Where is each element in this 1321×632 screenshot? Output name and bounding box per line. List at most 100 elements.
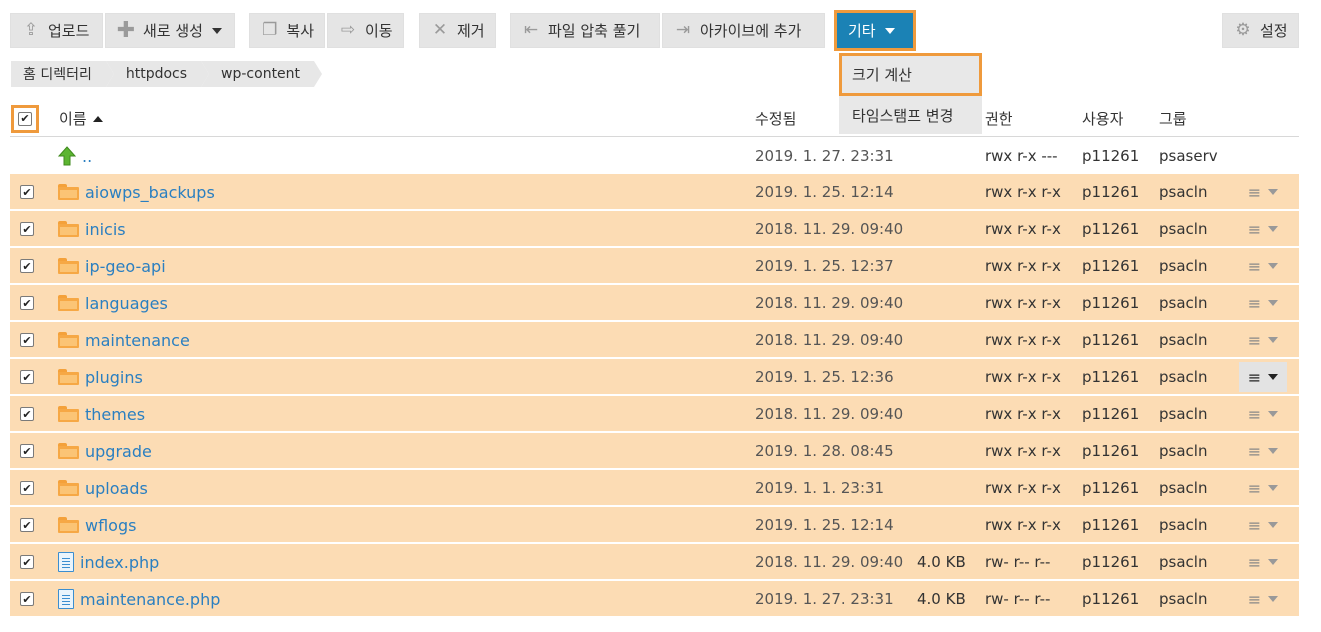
column-permissions-header[interactable]: 권한 (985, 100, 1013, 137)
more-button[interactable]: 기타 (834, 10, 916, 51)
row-actions-button[interactable]: ≡ (1239, 510, 1287, 540)
extract-button[interactable]: ⇤ 파일 압축 풀기 (510, 13, 660, 48)
row-actions-button[interactable]: ≡ (1239, 214, 1287, 244)
remove-button[interactable]: ✕ 제거 (419, 13, 496, 48)
parent-dir-cell: .. (58, 138, 92, 174)
chevron-down-icon (1268, 226, 1279, 232)
item-name-link[interactable]: ip-geo-api (85, 257, 166, 276)
row-actions-button[interactable]: ≡ (1239, 399, 1287, 429)
group-cell: psacln (1159, 183, 1208, 201)
row-checkbox[interactable]: ✔ (20, 370, 34, 384)
chevron-down-icon (1268, 300, 1279, 306)
row-checkbox-wrap: ✔ (14, 507, 40, 543)
column-modified-header[interactable]: 수정됨 (755, 100, 796, 137)
breadcrumb-httpdocs[interactable]: httpdocs (105, 61, 210, 87)
chevron-down-icon (1268, 448, 1279, 454)
row-checkbox[interactable]: ✔ (20, 222, 34, 236)
item-name-link[interactable]: inicis (85, 220, 126, 239)
copy-icon: ❐ (262, 20, 278, 40)
row-checkbox[interactable]: ✔ (20, 555, 34, 569)
table-row[interactable]: ✔ plugins 2019. 1. 25. 12:36 rwx r-x r-x p11… (10, 359, 1299, 395)
column-user-header[interactable]: 사용자 (1082, 100, 1123, 137)
row-actions-button[interactable]: ≡ (1239, 325, 1287, 355)
table-row[interactable]: ✔ ip-geo-api 2019. 1. 25. 12:37 rwx r-x r-x… (10, 248, 1299, 284)
move-button[interactable]: ⇨ 이동 (327, 13, 404, 48)
chevron-down-icon (1268, 522, 1279, 528)
row-checkbox-wrap: ✔ (14, 174, 40, 210)
modified-cell: 2019. 1. 25. 12:14 (755, 183, 894, 201)
row-actions-button[interactable]: ≡ (1239, 584, 1287, 614)
row-checkbox[interactable]: ✔ (20, 333, 34, 347)
item-name-link[interactable]: upgrade (85, 442, 152, 461)
table-row[interactable]: ✔ index.php 2018. 11. 29. 09:40 4.0 KB rw- r… (10, 544, 1299, 580)
row-checkbox-wrap: ✔ (14, 433, 40, 469)
row-actions-button[interactable]: ≡ (1239, 473, 1287, 503)
item-name-link[interactable]: plugins (85, 368, 143, 387)
row-checkbox[interactable]: ✔ (20, 259, 34, 273)
group-cell: psacln (1159, 368, 1208, 386)
table-row[interactable]: ✔ themes 2018. 11. 29. 09:40 rwx r-x r-x p11… (10, 396, 1299, 432)
table-row[interactable]: ✔ wflogs 2019. 1. 25. 12:14 rwx r-x r-x p112… (10, 507, 1299, 543)
item-name-link[interactable]: wflogs (85, 516, 136, 535)
modified-cell: 2019. 1. 25. 12:36 (755, 368, 894, 386)
menu-item-change-timestamp[interactable]: 타임스탬프 변경 (839, 96, 982, 134)
menu-icon: ≡ (1247, 515, 1262, 535)
parent-dir-link[interactable]: .. (82, 147, 92, 166)
column-group-header[interactable]: 그룹 (1159, 100, 1187, 137)
table-row[interactable]: ✔ maintenance.php 2019. 1. 27. 23:31 4.0 KB… (10, 581, 1299, 617)
user-cell: p11261 (1082, 590, 1140, 608)
chevron-down-icon (1268, 189, 1279, 195)
breadcrumb-wp-content[interactable]: wp-content (201, 61, 323, 87)
add-to-archive-button[interactable]: ⇥ 아카이브에 추가 (662, 13, 825, 48)
name-cell: uploads (58, 470, 148, 506)
row-actions-button[interactable]: ≡ (1239, 251, 1287, 281)
item-name-link[interactable]: maintenance.php (80, 590, 220, 609)
copy-button[interactable]: ❐ 복사 (249, 13, 325, 48)
item-name-link[interactable]: maintenance (85, 331, 190, 350)
modified-cell: 2019. 1. 28. 08:45 (755, 442, 894, 460)
table-row[interactable]: ✔ upgrade 2019. 1. 28. 08:45 rwx r-x r-x p11… (10, 433, 1299, 469)
sliders-icon: ⚙ (1235, 20, 1251, 40)
row-checkbox[interactable]: ✔ (20, 185, 34, 199)
settings-button[interactable]: ⚙ 설정 (1222, 13, 1299, 48)
menu-icon: ≡ (1247, 589, 1262, 609)
actions-cell: ≡ (1238, 322, 1288, 358)
new-button[interactable]: ✚ 새로 생성 (105, 13, 235, 48)
name-cell: themes (58, 396, 145, 432)
row-actions-button[interactable]: ≡ (1239, 177, 1287, 207)
menu-item-calculate-size[interactable]: 크기 계산 (839, 53, 982, 96)
table-row[interactable]: ✔ inicis 2018. 11. 29. 09:40 rwx r-x r-x p11… (10, 211, 1299, 247)
breadcrumb: 홈 디렉터리 httpdocs wp-content (11, 61, 323, 87)
table-row[interactable]: ✔ uploads 2019. 1. 1. 23:31 rwx r-x r-x p112… (10, 470, 1299, 506)
row-actions-button[interactable]: ≡ (1239, 436, 1287, 466)
item-name-link[interactable]: index.php (80, 553, 159, 572)
row-actions-button[interactable]: ≡ (1239, 362, 1287, 392)
menu-icon: ≡ (1247, 330, 1262, 350)
column-name-header[interactable]: 이름 (59, 100, 103, 137)
row-actions-button[interactable]: ≡ (1239, 288, 1287, 318)
row-actions-button[interactable]: ≡ (1239, 547, 1287, 577)
user-cell: p11261 (1082, 405, 1140, 423)
modified-cell: 2019. 1. 25. 12:14 (755, 516, 894, 534)
table-row[interactable]: ✔ languages 2018. 11. 29. 09:40 rwx r-x r-x… (10, 285, 1299, 321)
item-name-link[interactable]: uploads (85, 479, 148, 498)
breadcrumb-home[interactable]: 홈 디렉터리 (11, 61, 114, 87)
row-checkbox[interactable]: ✔ (20, 518, 34, 532)
row-checkbox[interactable]: ✔ (20, 444, 34, 458)
item-name-link[interactable]: languages (85, 294, 168, 313)
menu-icon: ≡ (1247, 478, 1262, 498)
item-name-link[interactable]: themes (85, 405, 145, 424)
php-file-icon (58, 589, 74, 609)
upload-button[interactable]: ⇪ 업로드 (10, 13, 103, 48)
row-checkbox[interactable]: ✔ (20, 592, 34, 606)
row-checkbox[interactable]: ✔ (20, 481, 34, 495)
row-checkbox[interactable]: ✔ (20, 407, 34, 421)
actions-cell: ≡ (1238, 433, 1288, 469)
table-row[interactable]: ✔ aiowps_backups 2019. 1. 25. 12:14 rwx r-x… (10, 174, 1299, 210)
folder-icon (58, 406, 79, 422)
table-row[interactable]: ✔ maintenance 2018. 11. 29. 09:40 rwx r-x r… (10, 322, 1299, 358)
item-name-link[interactable]: aiowps_backups (85, 183, 215, 202)
actions-cell: ≡ (1238, 470, 1288, 506)
row-checkbox[interactable]: ✔ (20, 296, 34, 310)
select-all-checkbox[interactable]: ✔ (18, 111, 32, 126)
